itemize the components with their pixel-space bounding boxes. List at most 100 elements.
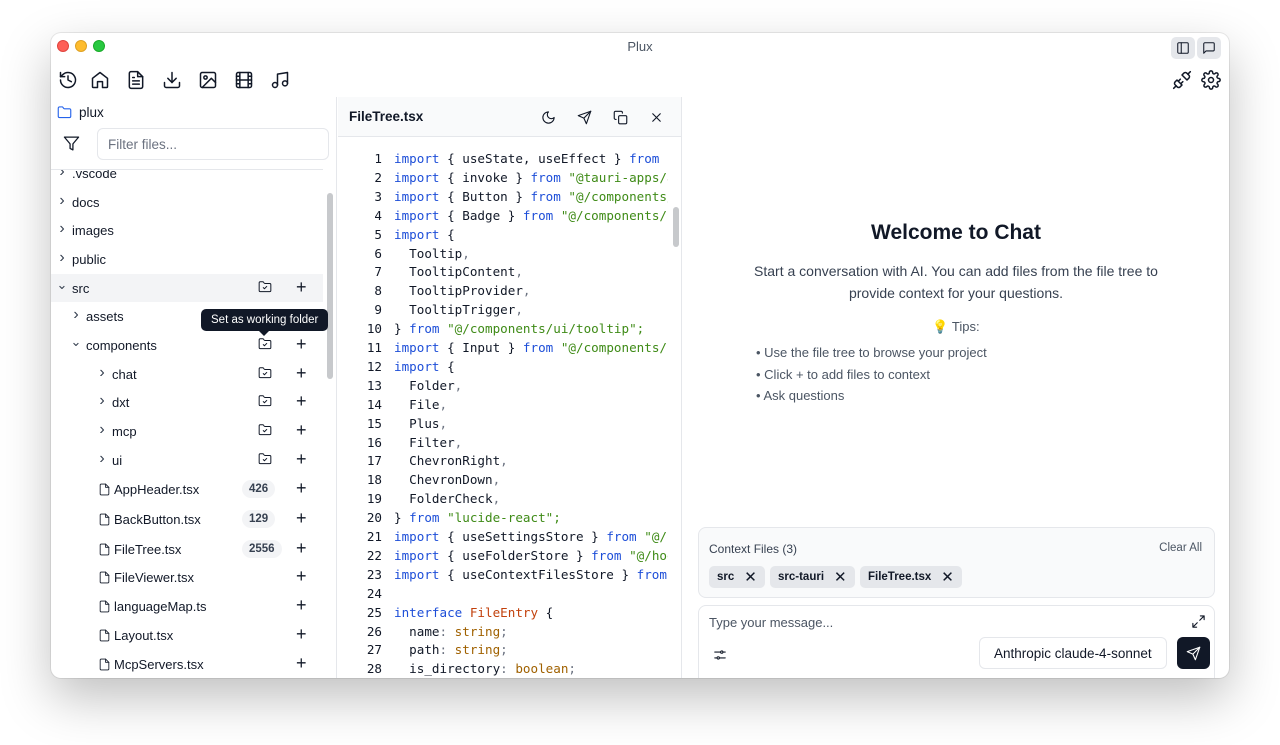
- code-token: { useFolderStore }: [439, 547, 592, 563]
- tree-folder-row[interactable]: › public: [51, 245, 323, 273]
- set-working-folder-button[interactable]: [258, 337, 272, 354]
- chevron-right-icon[interactable]: ›: [56, 192, 68, 210]
- code-token: interface: [394, 604, 463, 620]
- add-to-context-icon[interactable]: +: [296, 567, 307, 585]
- set-working-folder-button[interactable]: [258, 366, 272, 383]
- code-token: from: [409, 321, 440, 337]
- chevron-right-icon[interactable]: ›: [96, 364, 108, 382]
- add-to-context-icon[interactable]: +: [296, 392, 307, 410]
- chevron-down-icon[interactable]: ⌄: [70, 334, 82, 350]
- remove-chip-icon[interactable]: ✕: [941, 568, 954, 586]
- folder-check-icon: [258, 453, 272, 465]
- code-token: import: [394, 566, 440, 582]
- add-to-context-icon[interactable]: +: [296, 364, 307, 382]
- tree-file-row[interactable]: AppHeader.tsx 426 +: [51, 475, 323, 503]
- tree-file-row[interactable]: BackButton.tsx 129 +: [51, 505, 323, 533]
- tree-folder-row[interactable]: ⌄ src +: [51, 274, 323, 302]
- set-working-folder-button[interactable]: [258, 423, 272, 440]
- project-header[interactable]: plux: [57, 103, 104, 121]
- tree-folder-row[interactable]: › images: [51, 216, 323, 244]
- line-number: 19: [366, 491, 382, 507]
- add-to-context-icon[interactable]: +: [296, 654, 307, 672]
- maximize-icon: [1192, 615, 1205, 628]
- copy-button[interactable]: [610, 107, 630, 127]
- line-number: 21: [366, 529, 382, 544]
- history-button[interactable]: [55, 67, 81, 93]
- tree-item-label: BackButton.tsx: [114, 511, 201, 527]
- mcp-button[interactable]: [1169, 67, 1195, 93]
- code-token: :: [500, 661, 516, 677]
- chevron-down-icon[interactable]: ⌄: [56, 277, 68, 293]
- context-files-title: Context Files (3): [709, 542, 798, 556]
- send-to-chat-button[interactable]: [574, 107, 594, 127]
- send-message-button[interactable]: [1177, 637, 1210, 669]
- settings-button[interactable]: [1198, 67, 1224, 93]
- close-viewer-button[interactable]: [646, 107, 666, 127]
- set-working-folder-button[interactable]: [258, 394, 272, 411]
- tree-item-label: dxt: [112, 394, 130, 410]
- tree-file-row[interactable]: Layout.tsx +: [51, 621, 323, 649]
- tree-file-row[interactable]: FileViewer.tsx +: [51, 563, 323, 591]
- context-chip-label: src: [717, 571, 735, 583]
- line-number: 3: [374, 188, 382, 204]
- chevron-right-icon[interactable]: ›: [56, 249, 68, 267]
- chevron-right-icon[interactable]: ›: [96, 392, 108, 410]
- tree-scrollbar[interactable]: [327, 193, 333, 379]
- remove-chip-icon[interactable]: ✕: [834, 568, 847, 586]
- code-view[interactable]: 1 import { useState, useEffect } from "re…: [338, 142, 668, 678]
- add-to-context-icon[interactable]: +: [296, 278, 307, 296]
- set-working-folder-button[interactable]: [258, 452, 272, 469]
- message-input[interactable]: [709, 615, 1169, 630]
- music-button[interactable]: [267, 67, 293, 93]
- chevron-right-icon[interactable]: ›: [96, 421, 108, 439]
- chevron-right-icon[interactable]: ›: [70, 306, 82, 324]
- clear-all-button[interactable]: Clear All: [1159, 542, 1202, 554]
- model-selector[interactable]: Anthropic claude-4-sonnet: [979, 637, 1167, 669]
- tree-item-label: FileTree.tsx: [114, 541, 182, 557]
- tip-item: • Use the file tree to browse your proje…: [756, 345, 987, 360]
- code-token: ,: [439, 396, 448, 412]
- viewer-header: FileTree.tsx: [338, 97, 681, 137]
- tree-folder-row[interactable]: › mcp +: [51, 417, 323, 445]
- tree-folder-row[interactable]: › ui +: [51, 446, 323, 474]
- documents-button[interactable]: [123, 67, 149, 93]
- chevron-right-icon[interactable]: ›: [96, 450, 108, 468]
- add-to-context-icon[interactable]: +: [296, 509, 307, 527]
- add-to-context-icon[interactable]: +: [296, 335, 307, 353]
- code-scrollbar[interactable]: [673, 207, 679, 247]
- add-to-context-icon[interactable]: +: [296, 421, 307, 439]
- tree-file-row[interactable]: languageMap.ts +: [51, 592, 323, 620]
- line-number: 26: [366, 623, 382, 639]
- tree-file-row[interactable]: McpServers.tsx +: [51, 650, 323, 678]
- tree-folder-row[interactable]: › chat +: [51, 360, 323, 388]
- videos-button[interactable]: [231, 67, 257, 93]
- remove-chip-icon[interactable]: ✕: [744, 568, 757, 586]
- add-to-context-icon[interactable]: +: [296, 596, 307, 614]
- chevron-right-icon[interactable]: ›: [56, 220, 68, 238]
- tree-folder-row[interactable]: › docs: [51, 188, 323, 216]
- expand-composer-button[interactable]: [1191, 614, 1206, 634]
- set-working-folder-button[interactable]: [258, 280, 272, 297]
- add-to-context-icon[interactable]: +: [296, 450, 307, 468]
- tree-folder-row[interactable]: › dxt +: [51, 388, 323, 416]
- home-button[interactable]: [87, 67, 113, 93]
- chevron-right-icon[interactable]: ›: [56, 170, 68, 181]
- code-token: :: [439, 623, 455, 639]
- add-to-context-icon[interactable]: +: [296, 625, 307, 643]
- downloads-button[interactable]: [159, 67, 185, 93]
- tree-folder-row[interactable]: › .vscode: [51, 170, 323, 187]
- theme-toggle-button[interactable]: [538, 107, 558, 127]
- toggle-sidebar-button[interactable]: [1171, 37, 1195, 59]
- tree-folder-row[interactable]: ⌄ components +: [51, 331, 323, 359]
- filter-files-input[interactable]: [97, 128, 329, 160]
- code-line: 4 import { Badge } from "@/components/ui/…: [338, 206, 668, 225]
- tree-file-row[interactable]: FileTree.tsx 2556 +: [51, 535, 323, 563]
- code-token: ,: [454, 434, 463, 450]
- toggle-chat-button[interactable]: [1197, 37, 1221, 59]
- add-to-context-icon[interactable]: +: [296, 539, 307, 557]
- code-line: 11 import { Input } from "@/components/ui…: [338, 338, 668, 357]
- images-button[interactable]: [195, 67, 221, 93]
- add-to-context-icon[interactable]: +: [296, 479, 307, 497]
- welcome-title: Welcome to Chat: [871, 221, 1041, 244]
- chat-options-button[interactable]: [713, 648, 727, 667]
